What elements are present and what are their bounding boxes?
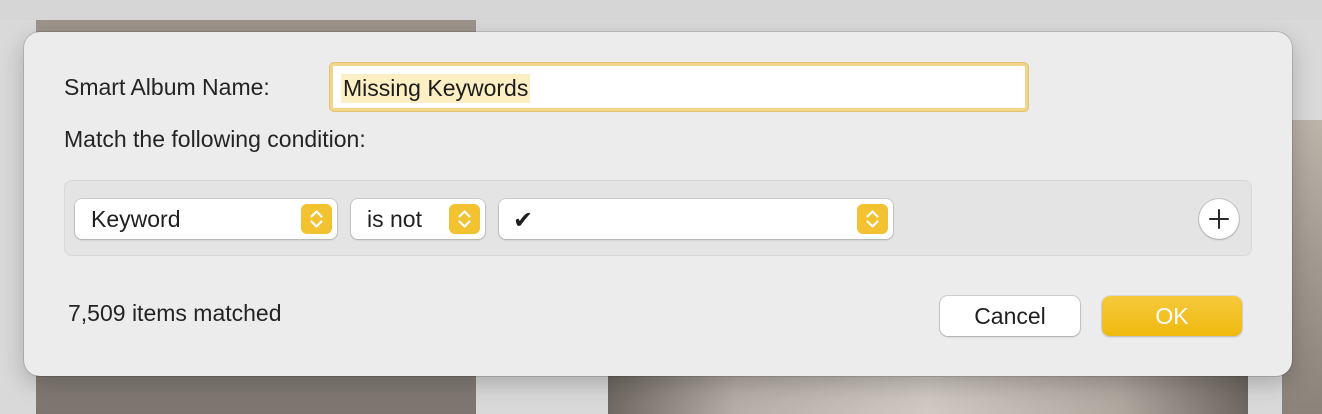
add-condition-button[interactable] — [1199, 199, 1239, 239]
condition-value: ✔ — [513, 207, 534, 234]
condition-value-popup[interactable]: ✔ — [499, 199, 893, 239]
cancel-button[interactable]: Cancel — [940, 296, 1080, 336]
condition-operator-popup[interactable]: is not — [351, 199, 485, 239]
background-window — [0, 0, 1322, 20]
plus-icon — [1209, 209, 1229, 229]
smart-album-name-input[interactable]: Missing Keywords — [330, 63, 1028, 111]
smart-album-name-label: Smart Album Name: — [64, 74, 270, 100]
condition-operator-value: is not — [367, 206, 422, 232]
condition-field-popup[interactable]: Keyword — [75, 199, 337, 239]
ok-button[interactable]: OK — [1102, 296, 1242, 336]
smart-album-name-value: Missing Keywords — [341, 74, 531, 103]
items-matched-count: 7,509 items matched — [68, 300, 282, 326]
match-condition-label: Match the following condition: — [64, 126, 366, 152]
chevron-up-down-icon — [301, 204, 332, 234]
chevron-up-down-icon — [857, 204, 888, 234]
condition-row: Keyword is not ✔ — [64, 180, 1252, 256]
chevron-up-down-icon — [449, 204, 480, 234]
condition-field-value: Keyword — [91, 206, 181, 232]
smart-album-dialog: Smart Album Name: Missing Keywords Match… — [24, 32, 1292, 376]
